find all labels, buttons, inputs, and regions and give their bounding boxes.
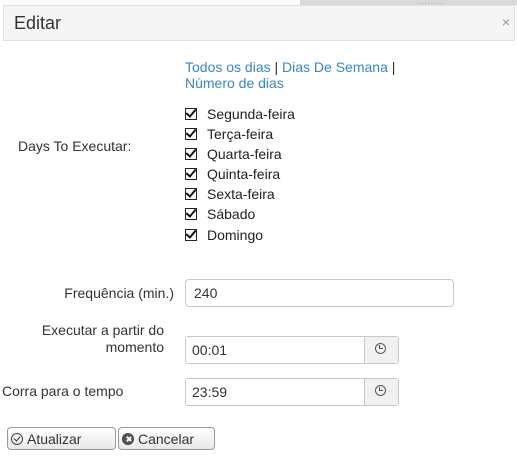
- cancel-button-label: Cancelar: [138, 430, 195, 447]
- start-time-picker-button[interactable]: [364, 337, 398, 363]
- all-days-link[interactable]: Todos os dias: [185, 59, 271, 75]
- end-time-field[interactable]: 23:59: [185, 378, 399, 406]
- checkbox-icon[interactable]: [185, 168, 197, 180]
- start-time-value: 00:01: [192, 342, 228, 358]
- day-label: Quinta-feira: [207, 166, 281, 182]
- dialog-titlebar: Editar ×: [3, 5, 515, 41]
- frequency-input[interactable]: [185, 279, 454, 307]
- link-separator: |: [270, 59, 283, 75]
- clock-icon: [375, 385, 386, 396]
- days-label: Days To Executar:: [18, 138, 132, 154]
- day-option-monday[interactable]: Segunda-feira: [185, 104, 295, 124]
- day-option-wednesday[interactable]: Quarta-feira: [185, 144, 282, 164]
- frequency-label: Frequência (min.): [64, 285, 174, 301]
- link-separator: |: [387, 59, 396, 75]
- start-time-label-line2: momento: [105, 339, 164, 355]
- checkbox-icon[interactable]: [185, 148, 197, 160]
- day-option-tuesday[interactable]: Terça-feira: [185, 124, 273, 144]
- clock-icon: [375, 343, 386, 354]
- edit-dialog: ........ Editar × Todos os dias | Dias D…: [0, 0, 517, 466]
- day-label: Terça-feira: [207, 126, 274, 142]
- day-label: Quarta-feira: [207, 146, 282, 162]
- day-option-friday[interactable]: Sexta-feira: [185, 184, 275, 204]
- check-circle-icon: [11, 432, 23, 445]
- day-label: Sábado: [207, 206, 256, 222]
- cancel-button[interactable]: Cancelar: [118, 427, 215, 450]
- weekdays-link[interactable]: Dias De Semana: [282, 59, 388, 75]
- day-option-thursday[interactable]: Quinta-feira: [185, 164, 280, 184]
- day-label: Segunda-feira: [207, 106, 295, 122]
- checkbox-icon[interactable]: [185, 188, 197, 200]
- checkbox-icon[interactable]: [185, 108, 197, 120]
- day-label: Sexta-feira: [207, 186, 275, 202]
- update-button[interactable]: Atualizar: [7, 427, 116, 450]
- day-shortcut-links: Todos os dias | Dias De Semana | Número …: [185, 59, 465, 91]
- end-time-picker-button[interactable]: [364, 379, 398, 405]
- start-time-field[interactable]: 00:01: [185, 336, 399, 364]
- day-option-sunday[interactable]: Domingo: [185, 225, 263, 245]
- checkbox-icon[interactable]: [185, 208, 197, 220]
- day-label: Domingo: [207, 227, 264, 243]
- checkbox-icon[interactable]: [185, 128, 197, 140]
- number-of-days-link[interactable]: Número de dias: [185, 75, 284, 91]
- day-option-saturday[interactable]: Sábado: [185, 204, 255, 224]
- start-time-label: Executar a partir do momento: [2, 322, 164, 356]
- end-time-label: Corra para o tempo: [2, 383, 124, 399]
- start-time-label-line1: Executar a partir do: [41, 322, 164, 338]
- dialog-title: Editar: [14, 13, 62, 33]
- close-icon[interactable]: ×: [502, 14, 510, 30]
- close-circle-icon: [122, 432, 134, 445]
- checkbox-icon[interactable]: [185, 229, 197, 241]
- update-button-label: Atualizar: [27, 430, 82, 447]
- end-time-value: 23:59: [192, 384, 228, 400]
